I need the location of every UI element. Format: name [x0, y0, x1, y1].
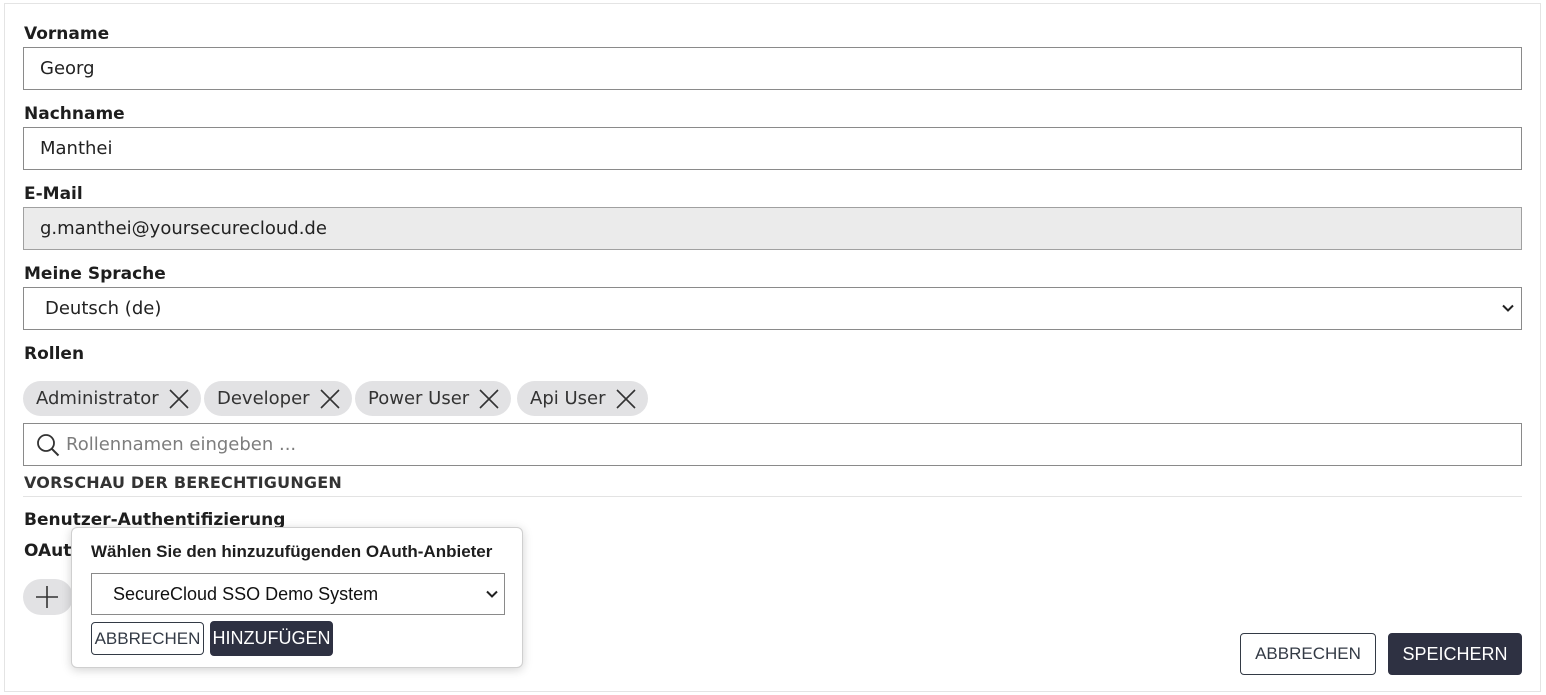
lastname-input[interactable]: Manthei: [23, 127, 1522, 170]
save-button[interactable]: SPEICHERN: [1388, 633, 1522, 675]
search-icon: [37, 434, 60, 457]
email-value: g.manthei@yoursecurecloud.de: [40, 218, 327, 239]
role-chip-administrator: Administrator: [23, 381, 201, 416]
close-icon[interactable]: [167, 387, 191, 411]
language-select[interactable]: Deutsch (de): [23, 287, 1522, 330]
firstname-label: Vorname: [24, 24, 110, 44]
lastname-value: Manthei: [40, 138, 113, 159]
roles-label: Rollen: [24, 344, 85, 364]
email-field: g.manthei@yoursecurecloud.de: [23, 207, 1522, 250]
chevron-down-icon: [486, 590, 498, 598]
role-search-input[interactable]: Rollennamen eingeben ...: [23, 423, 1522, 466]
plus-icon: [36, 586, 58, 608]
popup-add-button[interactable]: HINZUFÜGEN: [210, 621, 333, 656]
add-oauth-button[interactable]: [23, 579, 73, 615]
language-label: Meine Sprache: [24, 264, 166, 284]
divider: [23, 496, 1522, 497]
popup-title: Wählen Sie den hinzuzufügenden OAuth-Anb…: [91, 542, 493, 561]
language-value: Deutsch (de): [45, 298, 162, 319]
oauth-provider-popup: Wählen Sie den hinzuzufügenden OAuth-Anb…: [71, 527, 523, 668]
close-icon[interactable]: [614, 387, 638, 411]
close-icon[interactable]: [318, 387, 342, 411]
firstname-input[interactable]: Georg: [23, 47, 1522, 90]
role-chip-label: Developer: [217, 388, 310, 409]
permissions-preview-title: VORSCHAU DER BERECHTIGUNGEN: [24, 473, 342, 492]
role-chip-label: Power User: [368, 388, 470, 409]
popup-cancel-button[interactable]: ABBRECHEN: [91, 622, 204, 655]
oauth-provider-select[interactable]: SecureCloud SSO Demo System: [91, 573, 505, 615]
role-chip-label: Administrator: [36, 388, 159, 409]
role-search-placeholder: Rollennamen eingeben ...: [66, 434, 297, 455]
chevron-down-icon: [1502, 304, 1514, 312]
role-chip-api-user: Api User: [517, 381, 648, 416]
oauth-provider-value: SecureCloud SSO Demo System: [113, 584, 379, 604]
role-chip-label: Api User: [530, 388, 606, 409]
lastname-label: Nachname: [24, 104, 125, 124]
close-icon[interactable]: [477, 387, 501, 411]
role-chip-developer: Developer: [204, 381, 352, 416]
cancel-button[interactable]: ABBRECHEN: [1240, 633, 1376, 675]
firstname-value: Georg: [40, 58, 95, 79]
role-chip-power-user: Power User: [355, 381, 512, 416]
email-label: E-Mail: [24, 184, 83, 204]
